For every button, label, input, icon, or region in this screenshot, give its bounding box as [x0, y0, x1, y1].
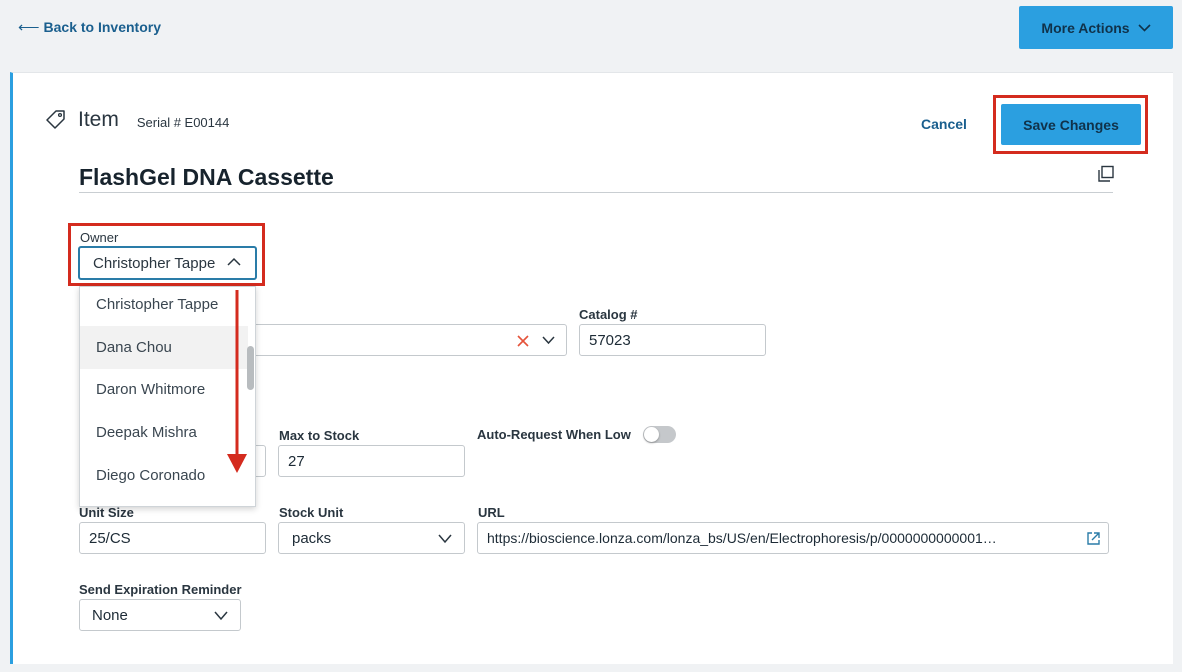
toggle-knob — [644, 427, 659, 442]
unit-size-label: Unit Size — [79, 505, 134, 520]
chevron-down-icon — [1138, 23, 1151, 32]
max-stock-label: Max to Stock — [279, 428, 360, 443]
stock-unit-value: packs — [292, 529, 332, 547]
catalog-label: Catalog # — [579, 307, 638, 322]
tag-icon — [46, 110, 65, 129]
auto-request-toggle[interactable] — [643, 426, 676, 443]
item-type-label: Item — [78, 108, 119, 131]
item-header: Item Serial # E00144 — [45, 108, 229, 132]
auto-request-label: Auto-Request When Low — [477, 427, 631, 442]
url-value: https://bioscience.lonza.com/lonza_bs/US… — [487, 530, 997, 546]
expiration-value: None — [92, 606, 128, 624]
vendor-select[interactable] — [236, 324, 567, 356]
chevron-down-icon — [214, 611, 228, 621]
chevron-down-icon — [438, 534, 452, 544]
back-link-label: Back to Inventory — [43, 19, 161, 35]
save-changes-button[interactable]: Save Changes — [1001, 104, 1141, 145]
chevron-down-icon — [542, 336, 555, 345]
owner-label: Owner — [80, 230, 119, 245]
scroll-down-arrow-annotation — [227, 290, 247, 473]
unit-size-input[interactable]: 25/CS — [79, 522, 266, 554]
clear-x-icon[interactable] — [517, 335, 529, 347]
owner-selected-value: Christopher Tappe — [93, 254, 216, 272]
more-actions-button[interactable]: More Actions — [1019, 6, 1173, 49]
expiration-select[interactable]: None — [79, 599, 241, 631]
max-stock-input[interactable]: 27 — [278, 445, 465, 477]
serial-number: Serial # E00144 — [136, 114, 230, 130]
cancel-button[interactable]: Cancel — [921, 116, 967, 132]
name-divider — [79, 192, 1113, 193]
more-actions-label: More Actions — [1041, 19, 1130, 36]
catalog-input[interactable]: 57023 — [579, 324, 766, 356]
arrow-left-icon: ⟵ — [18, 19, 40, 36]
copy-icon[interactable] — [1097, 165, 1115, 183]
url-label: URL — [478, 505, 505, 520]
back-to-inventory-link[interactable]: ⟵ Back to Inventory — [18, 18, 161, 36]
stock-unit-select[interactable]: packs — [278, 522, 465, 554]
chevron-up-icon — [227, 257, 241, 266]
stock-unit-label: Stock Unit — [279, 505, 344, 520]
expiration-label: Send Expiration Reminder — [79, 582, 242, 597]
item-name-field[interactable]: FlashGel DNA Cassette — [79, 164, 334, 191]
url-input[interactable]: https://bioscience.lonza.com/lonza_bs/US… — [477, 522, 1109, 554]
owner-select[interactable]: Christopher Tappe — [78, 246, 257, 280]
external-link-icon[interactable] — [1086, 531, 1101, 546]
